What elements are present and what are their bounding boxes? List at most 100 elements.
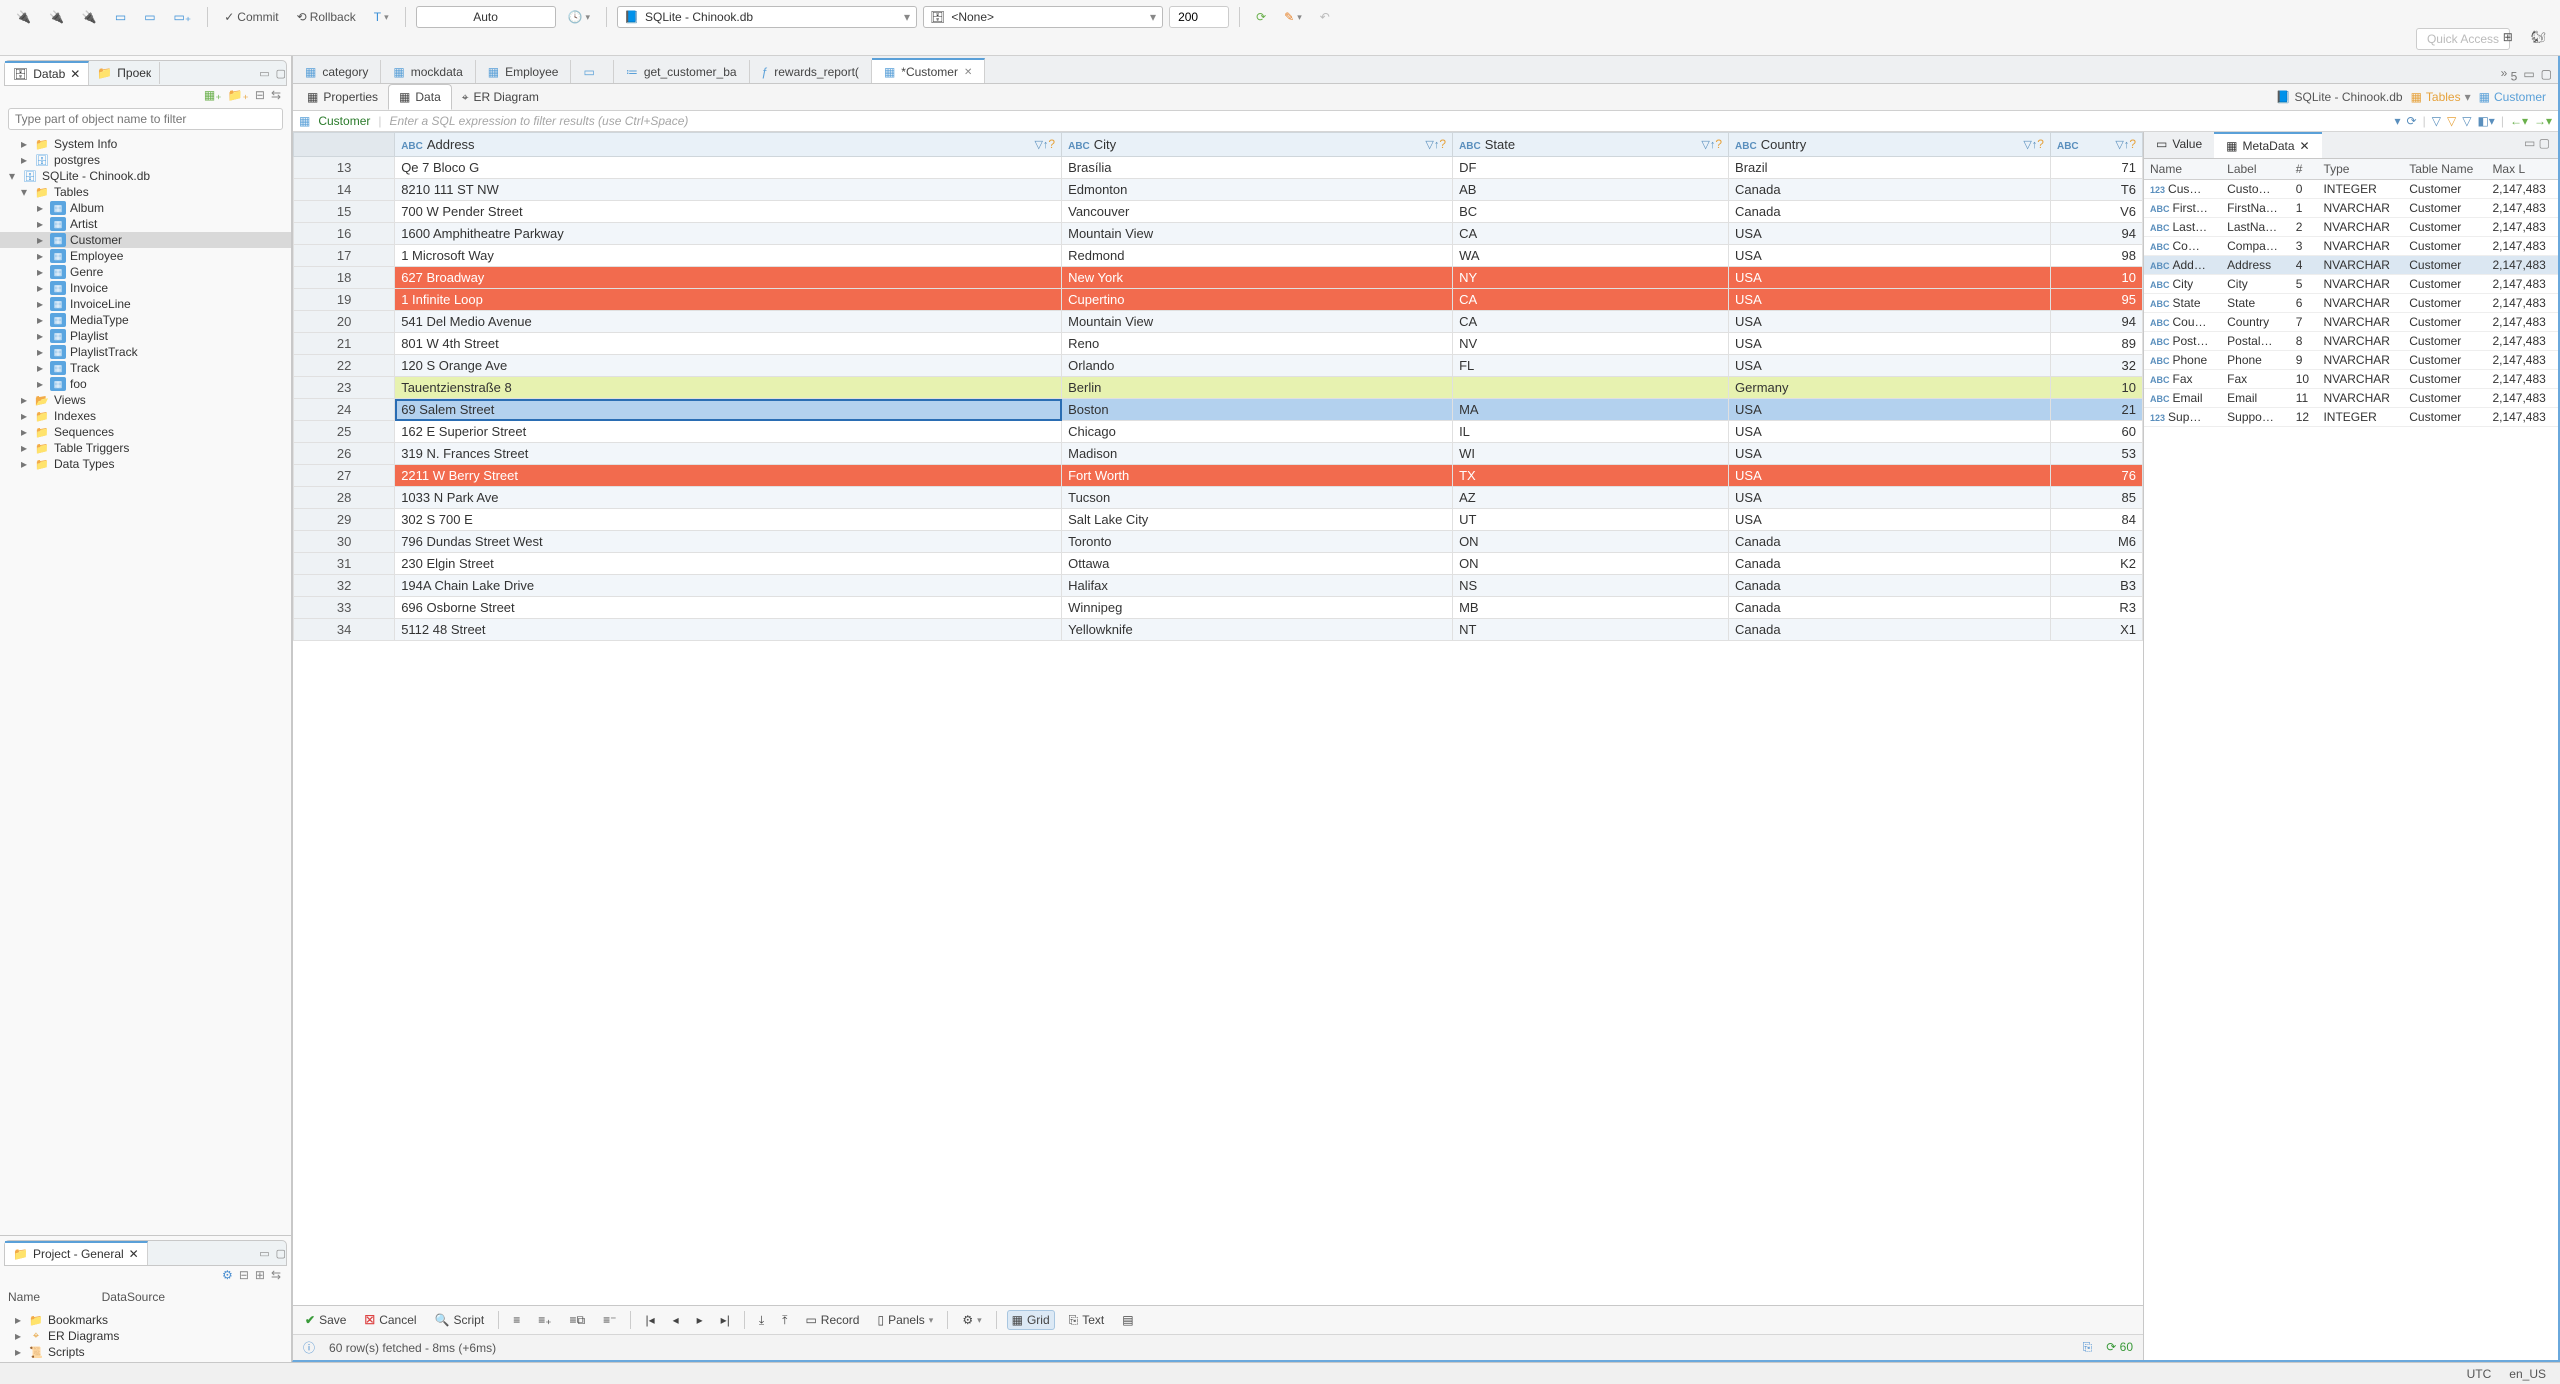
meta-tab-metadata[interactable]: ▦ MetaData ✕ — [2214, 132, 2321, 158]
proj-link-icon[interactable]: ⇆ — [271, 1268, 281, 1282]
col-header[interactable]: ABCState▽↑? — [1453, 133, 1729, 157]
col-header[interactable]: ABC▽↑? — [2050, 133, 2142, 157]
meta-row[interactable]: ABCPhonePhone9NVARCHARCustomer2,147,483 — [2144, 351, 2558, 370]
project-item[interactable]: ▸📁Bookmarks — [6, 1312, 285, 1328]
prev-page-icon[interactable]: ◂ — [669, 1311, 683, 1329]
record-button[interactable]: ▭ Record — [801, 1311, 863, 1329]
cancel-button[interactable]: ☒Cancel — [360, 1311, 420, 1329]
table-row[interactable]: 191 Infinite LoopCupertinoCAUSA95 — [294, 289, 2143, 311]
sql-console-icon[interactable]: ▭ — [138, 8, 161, 26]
commit-button[interactable]: ✓ Commit — [218, 8, 284, 26]
col-header[interactable]: ABCCountry▽↑? — [1729, 133, 2051, 157]
tool-a-icon[interactable]: ⟳ — [1250, 8, 1272, 26]
settings-icon[interactable]: ⚙ — [958, 1311, 985, 1329]
subtab-data[interactable]: ▦ Data — [388, 84, 452, 110]
col-header[interactable]: ABCAddress▽↑? — [395, 133, 1062, 157]
bc-tables[interactable]: ▦ Tables ▾ — [2411, 90, 2471, 104]
meta-tab-value[interactable]: ▭ Value — [2144, 132, 2214, 158]
table-row[interactable]: 33696 Osborne StreetWinnipegMBCanadaR3 — [294, 597, 2143, 619]
col-header[interactable]: ABCCity▽↑? — [1062, 133, 1453, 157]
table-row[interactable]: 29302 S 700 ESalt Lake CityUTUSA84 — [294, 509, 2143, 531]
tree-item[interactable]: ▸▦MediaType — [0, 312, 291, 328]
table-row[interactable]: 345112 48 StreetYellowknifeNTCanadaX1 — [294, 619, 2143, 641]
table-row[interactable]: 31230 Elgin StreetOttawaONCanadaK2 — [294, 553, 2143, 575]
dup-row-icon[interactable]: ≡⧉ — [566, 1311, 590, 1330]
tree-item[interactable]: ▾📁Tables — [0, 184, 291, 200]
tab-databases[interactable]: 🗄 Datab ✕ — [5, 61, 89, 85]
table-row[interactable]: 20541 Del Medio AvenueMountain ViewCAUSA… — [294, 311, 2143, 333]
table-row[interactable]: 32194A Chain Lake DriveHalifaxNSCanadaB3 — [294, 575, 2143, 597]
editor-tab[interactable]: ▦*Customer✕ — [872, 58, 985, 83]
funnel-b-icon[interactable]: ▽ — [2447, 114, 2456, 128]
filter-dropdown-icon[interactable]: ▾ — [2395, 114, 2401, 128]
meta-row[interactable]: ABCCou…Country7NVARCHARCustomer2,147,483 — [2144, 313, 2558, 332]
tree-item[interactable]: ▸▦Playlist — [0, 328, 291, 344]
tree-item[interactable]: ▸▦Track — [0, 360, 291, 376]
table-row[interactable]: 281033 N Park AveTucsonAZUSA85 — [294, 487, 2143, 509]
tool-b-icon[interactable]: ✎ — [1278, 8, 1308, 26]
meta-row[interactable]: 123Sup…Suppo…12INTEGERCustomer2,147,483 — [2144, 408, 2558, 427]
funnel-a-icon[interactable]: ▽ — [2432, 114, 2441, 128]
meta-row[interactable]: ABCPost…Postal…8NVARCHARCustomer2,147,48… — [2144, 332, 2558, 351]
tree-item[interactable]: ▸▦Album — [0, 200, 291, 216]
tree-item[interactable]: ▸▦Employee — [0, 248, 291, 264]
history-icon[interactable]: 🕓 — [562, 8, 596, 26]
tree-item[interactable]: ▸▦Artist — [0, 216, 291, 232]
meta-col[interactable]: Type — [2317, 159, 2403, 180]
filter-hint[interactable]: Enter a SQL expression to filter results… — [389, 114, 2386, 128]
project-item[interactable]: ▸⌖ER Diagrams — [6, 1328, 285, 1344]
status-rows-icon[interactable]: ⎘ — [2083, 1340, 2093, 1355]
tree-item[interactable]: ▸📁Indexes — [0, 408, 291, 424]
del-row-icon[interactable]: ≡⁻ — [599, 1311, 620, 1329]
add-row-icon[interactable]: ≡₊ — [534, 1311, 555, 1329]
nav-back-icon[interactable]: ←▾ — [2510, 114, 2528, 128]
collapse-icon[interactable]: ⊟ — [255, 88, 265, 102]
meta-row[interactable]: ABCStateState6NVARCHARCustomer2,147,483 — [2144, 294, 2558, 313]
meta-col[interactable]: # — [2290, 159, 2318, 180]
tree-item[interactable]: ▸📁Data Types — [0, 456, 291, 472]
new-folder-icon[interactable]: 📁₊ — [228, 88, 249, 102]
first-page-icon[interactable]: |◂ — [641, 1311, 658, 1329]
panels-button[interactable]: ▯ Panels — [873, 1311, 937, 1329]
tree-item[interactable]: ▸🗄postgres — [0, 152, 291, 168]
meta-row[interactable]: ABCCityCity5NVARCHARCustomer2,147,483 — [2144, 275, 2558, 294]
meta-min-icon[interactable]: ▭ — [2524, 136, 2535, 150]
meta-row[interactable]: ABCLast…LastNa…2NVARCHARCustomer2,147,48… — [2144, 218, 2558, 237]
tab-min-icon[interactable]: ▭ — [2523, 67, 2534, 81]
table-row[interactable]: 161600 Amphitheatre ParkwayMountain View… — [294, 223, 2143, 245]
table-row[interactable]: 23Tauentzienstraße 8BerlinGermany10 — [294, 377, 2143, 399]
export-b-icon[interactable]: ⤒ — [778, 1311, 791, 1330]
table-row[interactable]: 25162 E Superior StreetChicagoILUSA60 — [294, 421, 2143, 443]
editor-tab[interactable]: ƒrewards_report( — [750, 60, 872, 83]
tool-c-icon[interactable]: ↶ — [1314, 8, 1336, 26]
save-button[interactable]: ✔Save — [301, 1311, 350, 1329]
columns-icon[interactable]: ◧▾ — [2477, 114, 2494, 128]
tree-item[interactable]: ▸📁System Info — [0, 136, 291, 152]
subtab-er[interactable]: ⌖ ER Diagram — [452, 85, 549, 110]
proj-min-icon[interactable]: ▭ — [259, 1247, 269, 1260]
editor-tab[interactable]: ▦category — [293, 60, 381, 83]
meta-row[interactable]: 123Cus…Custo…0INTEGERCustomer2,147,483 — [2144, 180, 2558, 199]
meta-row[interactable]: ABCAdd…Address4NVARCHARCustomer2,147,483 — [2144, 256, 2558, 275]
schema-combo[interactable]: 🗄 <None>▾ — [923, 6, 1163, 28]
project-item[interactable]: ▸📜Scripts — [6, 1344, 285, 1360]
tree-item[interactable]: ▸▦Customer — [0, 232, 291, 248]
tree-item[interactable]: ▸📂Views — [0, 392, 291, 408]
link-icon[interactable]: ⇆ — [271, 88, 281, 102]
meta-row[interactable]: ABCFaxFax10NVARCHARCustomer2,147,483 — [2144, 370, 2558, 389]
meta-max-icon[interactable]: ▢ — [2539, 136, 2550, 150]
table-row[interactable]: 22120 S Orange AveOrlandoFLUSA32 — [294, 355, 2143, 377]
bc-table[interactable]: ▦ Customer — [2479, 90, 2546, 104]
meta-col[interactable]: Table Name — [2403, 159, 2486, 180]
connect-icon[interactable]: 🔌 — [10, 8, 37, 26]
nav-fwd-icon[interactable]: →▾ — [2534, 114, 2552, 128]
meta-row[interactable]: ABCCo…Compa…3NVARCHARCustomer2,147,483 — [2144, 237, 2558, 256]
table-row[interactable]: 21801 W 4th StreetRenoNVUSA89 — [294, 333, 2143, 355]
editor-tab[interactable]: ▦mockdata — [381, 60, 475, 83]
row-limit-input[interactable] — [1169, 6, 1229, 28]
nav-filter-input[interactable] — [8, 108, 283, 130]
editor-tab[interactable]: ▭ — [571, 60, 613, 83]
tree-item[interactable]: ▸📁Table Triggers — [0, 440, 291, 456]
filter-clear-icon[interactable]: ⟳ — [2407, 114, 2417, 128]
disconnect-icon[interactable]: 🔌 — [76, 8, 103, 26]
